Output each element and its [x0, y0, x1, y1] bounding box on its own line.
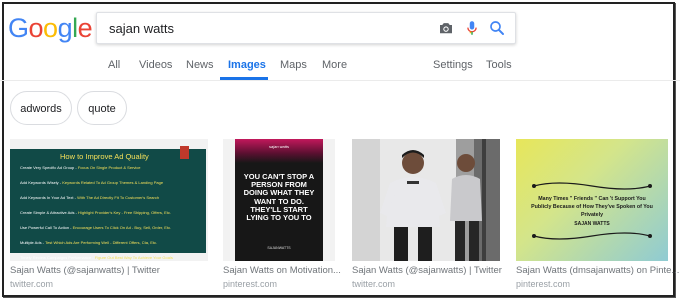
microphone-icon[interactable] — [463, 19, 481, 37]
infographic-panel: How to Improve Ad Quality Create Very Sp… — [10, 146, 206, 260]
logo-letter: o — [43, 13, 58, 43]
infographic-row: Create Simple & Attractive Ads - Highlig… — [20, 210, 171, 215]
infographic-row: Create Very Specific Ad Group - Focus On… — [20, 165, 141, 170]
result-source-1: twitter.com — [10, 279, 54, 289]
poster-signature-top: sajan watts — [268, 144, 289, 149]
poster-quote: YOU CAN'T STOP A PERSON FROM DOING WHAT … — [243, 172, 315, 223]
result-source-2: pinterest.com — [223, 279, 278, 289]
infographic-row: Use Powerful Call To Action - Encourage … — [20, 225, 172, 230]
quote-poster: sajan watts YOU CAN'T STOP A PERSON FROM… — [235, 139, 323, 261]
flourish-bottom-icon — [532, 232, 652, 240]
chip-adwords[interactable]: adwords — [10, 91, 72, 125]
result-source-4: pinterest.com — [516, 279, 571, 289]
chip-quote[interactable]: quote — [77, 91, 127, 125]
result-title-3[interactable]: Sajan Watts (@sajanwatts) | Twitter — [352, 265, 502, 276]
infographic-list: Create Very Specific Ad Group - Focus On… — [20, 165, 200, 261]
camera-icon[interactable] — [437, 19, 455, 37]
logo-letter: o — [28, 13, 44, 43]
search-input[interactable]: sajan watts — [109, 21, 174, 36]
google-logo[interactable]: Google — [8, 13, 93, 44]
result-title-4[interactable]: Sajan Watts (dmsajanwatts) on Pinte... — [516, 265, 679, 276]
settings-link[interactable]: Settings — [433, 59, 473, 71]
search-box[interactable]: sajan watts — [96, 12, 516, 44]
flourish-top-icon — [532, 182, 652, 190]
quote-text: Many Times " Friends " Can 't Support Yo… — [531, 196, 653, 218]
poster-header — [235, 139, 323, 163]
poster-signature: SAJANWATTS — [267, 246, 291, 250]
quote-signature: SAJAN WATTS — [574, 221, 610, 227]
result-source-3: twitter.com — [352, 279, 396, 289]
person-photo — [352, 139, 500, 261]
result-image-2[interactable]: sajan watts YOU CAN'T STOP A PERSON FROM… — [223, 139, 335, 261]
infographic-row: Timely Review Campaigns Performance - Fi… — [20, 255, 173, 260]
result-image-1[interactable]: How to Improve Ad Quality Create Very Sp… — [10, 139, 208, 261]
active-tab-indicator — [220, 77, 268, 80]
tools-link[interactable]: Tools — [486, 59, 512, 71]
infographic-row: Add Keywords Wisely - Keywords Related T… — [20, 180, 164, 185]
search-tabs: All Videos News Images Maps More Setting… — [0, 52, 680, 81]
tab-news[interactable]: News — [186, 59, 214, 71]
tab-images[interactable]: Images — [228, 59, 266, 71]
result-title-1[interactable]: Sajan Watts (@sajanwatts) | Twitter — [10, 265, 160, 276]
search-icon[interactable] — [488, 19, 506, 37]
logo-letter: e — [77, 13, 93, 43]
logo-letter: G — [8, 13, 29, 43]
tab-more[interactable]: More — [322, 59, 347, 71]
logo-letter: g — [57, 13, 73, 43]
infographic-row: Multiple Ads - Test Which Ads Are Perfor… — [20, 240, 158, 245]
bookmark-ribbon — [180, 146, 189, 159]
tab-maps[interactable]: Maps — [280, 59, 307, 71]
result-image-4[interactable]: Many Times " Friends " Can 't Support Yo… — [516, 139, 668, 261]
tab-all[interactable]: All — [108, 59, 120, 71]
tab-videos[interactable]: Videos — [139, 59, 172, 71]
result-title-2[interactable]: Sajan Watts on Motivation... — [223, 265, 341, 276]
result-image-3[interactable] — [352, 139, 500, 261]
infographic-title: How to Improve Ad Quality — [60, 152, 149, 161]
infographic-row: Add Keywords In Your Ad Text - With The … — [20, 195, 160, 200]
